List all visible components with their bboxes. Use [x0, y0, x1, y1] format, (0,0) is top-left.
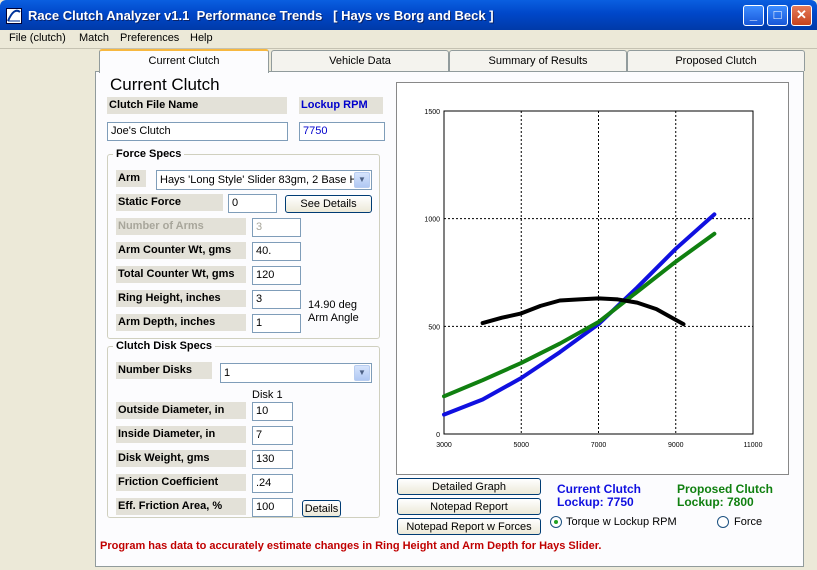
y-tick-label: 1000 [424, 217, 440, 224]
proposed-series-line [442, 231, 717, 399]
arm-angle-label: Arm Angle [308, 312, 359, 324]
app-logo-icon [7, 9, 21, 22]
ring-height-input[interactable]: 3 [252, 290, 301, 309]
menu-help[interactable]: Help [190, 32, 213, 44]
torque-chart: 3000 5000 7000 9000 11000 0 500 1000 1500 [424, 109, 763, 449]
chevron-down-icon[interactable]: ▼ [354, 365, 370, 381]
lockup-rpm-label: Lockup RPM [299, 97, 383, 114]
close-icon: ✕ [796, 7, 807, 22]
legend-current-lockup: Lockup: 7750 [557, 495, 634, 509]
tab-vehicle-data[interactable]: Vehicle Data [271, 50, 449, 71]
total-counter-wt-label: Total Counter Wt, gms [116, 266, 246, 283]
force-radio-label[interactable]: Force [734, 516, 762, 528]
menu-preferences[interactable]: Preferences [120, 32, 179, 44]
y-tick-label: 1500 [424, 109, 440, 116]
current-series-line [442, 212, 717, 417]
arm-label: Arm [116, 170, 146, 187]
tab-proposed-clutch[interactable]: Proposed Clutch [627, 50, 805, 71]
status-message: Program has data to accurately estimate … [100, 540, 602, 552]
static-force-label: Static Force [116, 194, 223, 211]
lockup-rpm-input[interactable]: 7750 [299, 122, 385, 141]
tab-current-clutch[interactable]: Current Clutch [99, 49, 269, 73]
arm-depth-input[interactable]: 1 [252, 314, 301, 333]
number-disks-select[interactable]: 1 ▼ [220, 363, 372, 383]
torque-radio-label[interactable]: Torque w Lockup RPM [566, 516, 677, 528]
x-tick-label: 5000 [513, 442, 529, 449]
friction-coefficient-input[interactable]: .24 [252, 474, 293, 493]
graph-area[interactable]: 3000 5000 7000 9000 11000 0 500 1000 1500 [396, 82, 789, 475]
disk-specs-title: Clutch Disk Specs [113, 340, 215, 353]
disk-weight-input[interactable]: 130 [252, 450, 293, 469]
outside-diameter-input[interactable]: 10 [252, 402, 293, 421]
torque-radio[interactable] [550, 516, 562, 528]
legend-proposed-title: Proposed Clutch [677, 482, 774, 496]
panel-heading: Current Clutch [110, 75, 220, 94]
force-radio[interactable] [717, 516, 729, 528]
total-counter-wt-input[interactable]: 120 [252, 266, 301, 285]
force-specs-title: Force Specs [113, 148, 185, 161]
arm-counter-wt-label: Arm Counter Wt, gms [116, 242, 246, 259]
y-tick-label: 0 [436, 432, 440, 439]
y-tick-label: 500 [428, 324, 440, 331]
minimize-icon: _ [749, 7, 758, 22]
disk-weight-label: Disk Weight, gms [116, 450, 246, 467]
friction-area-input[interactable]: 100 [252, 498, 293, 517]
notepad-report-button[interactable]: Notepad Report [397, 498, 541, 515]
close-button[interactable]: ✕ [791, 5, 812, 26]
inside-diameter-label: Inside Diameter, in [116, 426, 246, 443]
number-disks-value: 1 [224, 367, 231, 379]
arm-select-value: Hays 'Long Style' Slider 83gm, 2 Base Ht [160, 174, 361, 186]
x-tick-label: 9000 [668, 442, 684, 449]
outside-diameter-label: Outside Diameter, in [116, 402, 246, 419]
arm-select[interactable]: Hays 'Long Style' Slider 83gm, 2 Base Ht… [156, 170, 372, 190]
window-title: Race Clutch Analyzer v1.1 Performance Tr… [28, 8, 494, 23]
x-tick-label: 7000 [591, 442, 607, 449]
notepad-report-forces-button[interactable]: Notepad Report w Forces [397, 518, 541, 535]
number-of-arms-label: Number of Arms [116, 218, 246, 235]
inside-diameter-input[interactable]: 7 [252, 426, 293, 445]
app-icon[interactable] [6, 8, 22, 24]
number-disks-label: Number Disks [116, 362, 212, 379]
disk-details-button[interactable]: Details [302, 500, 341, 517]
see-details-button[interactable]: See Details [285, 195, 372, 213]
engine-series-line [480, 296, 686, 327]
maximize-button[interactable]: □ [767, 5, 788, 26]
number-of-arms-input: 3 [252, 218, 301, 237]
disk-column-header: Disk 1 [252, 389, 283, 401]
tab-summary-of-results[interactable]: Summary of Results [449, 50, 627, 71]
arm-counter-wt-input[interactable]: 40. [252, 242, 301, 261]
ring-height-label: Ring Height, inches [116, 290, 246, 307]
clutch-file-label: Clutch File Name [107, 97, 287, 114]
x-tick-label: 3000 [436, 442, 452, 449]
chevron-down-icon[interactable]: ▼ [354, 172, 370, 188]
static-force-input[interactable]: 0 [228, 194, 277, 213]
arm-depth-label: Arm Depth, inches [116, 314, 246, 331]
arm-angle-value: 14.90 deg [308, 299, 357, 311]
maximize-icon: □ [773, 7, 782, 22]
legend-current-title: Current Clutch [557, 482, 641, 496]
detailed-graph-button[interactable]: Detailed Graph [397, 478, 541, 495]
minimize-button[interactable]: _ [743, 5, 764, 26]
clutch-file-input[interactable]: Joe's Clutch [107, 122, 288, 141]
menu-file[interactable]: File (clutch) [9, 32, 66, 44]
friction-area-label: Eff. Friction Area, % [116, 498, 246, 515]
x-tick-label: 11000 [744, 442, 763, 449]
friction-coefficient-label: Friction Coefficient [116, 474, 246, 491]
legend-proposed-lockup: Lockup: 7800 [677, 495, 754, 509]
menu-match[interactable]: Match [79, 32, 109, 44]
